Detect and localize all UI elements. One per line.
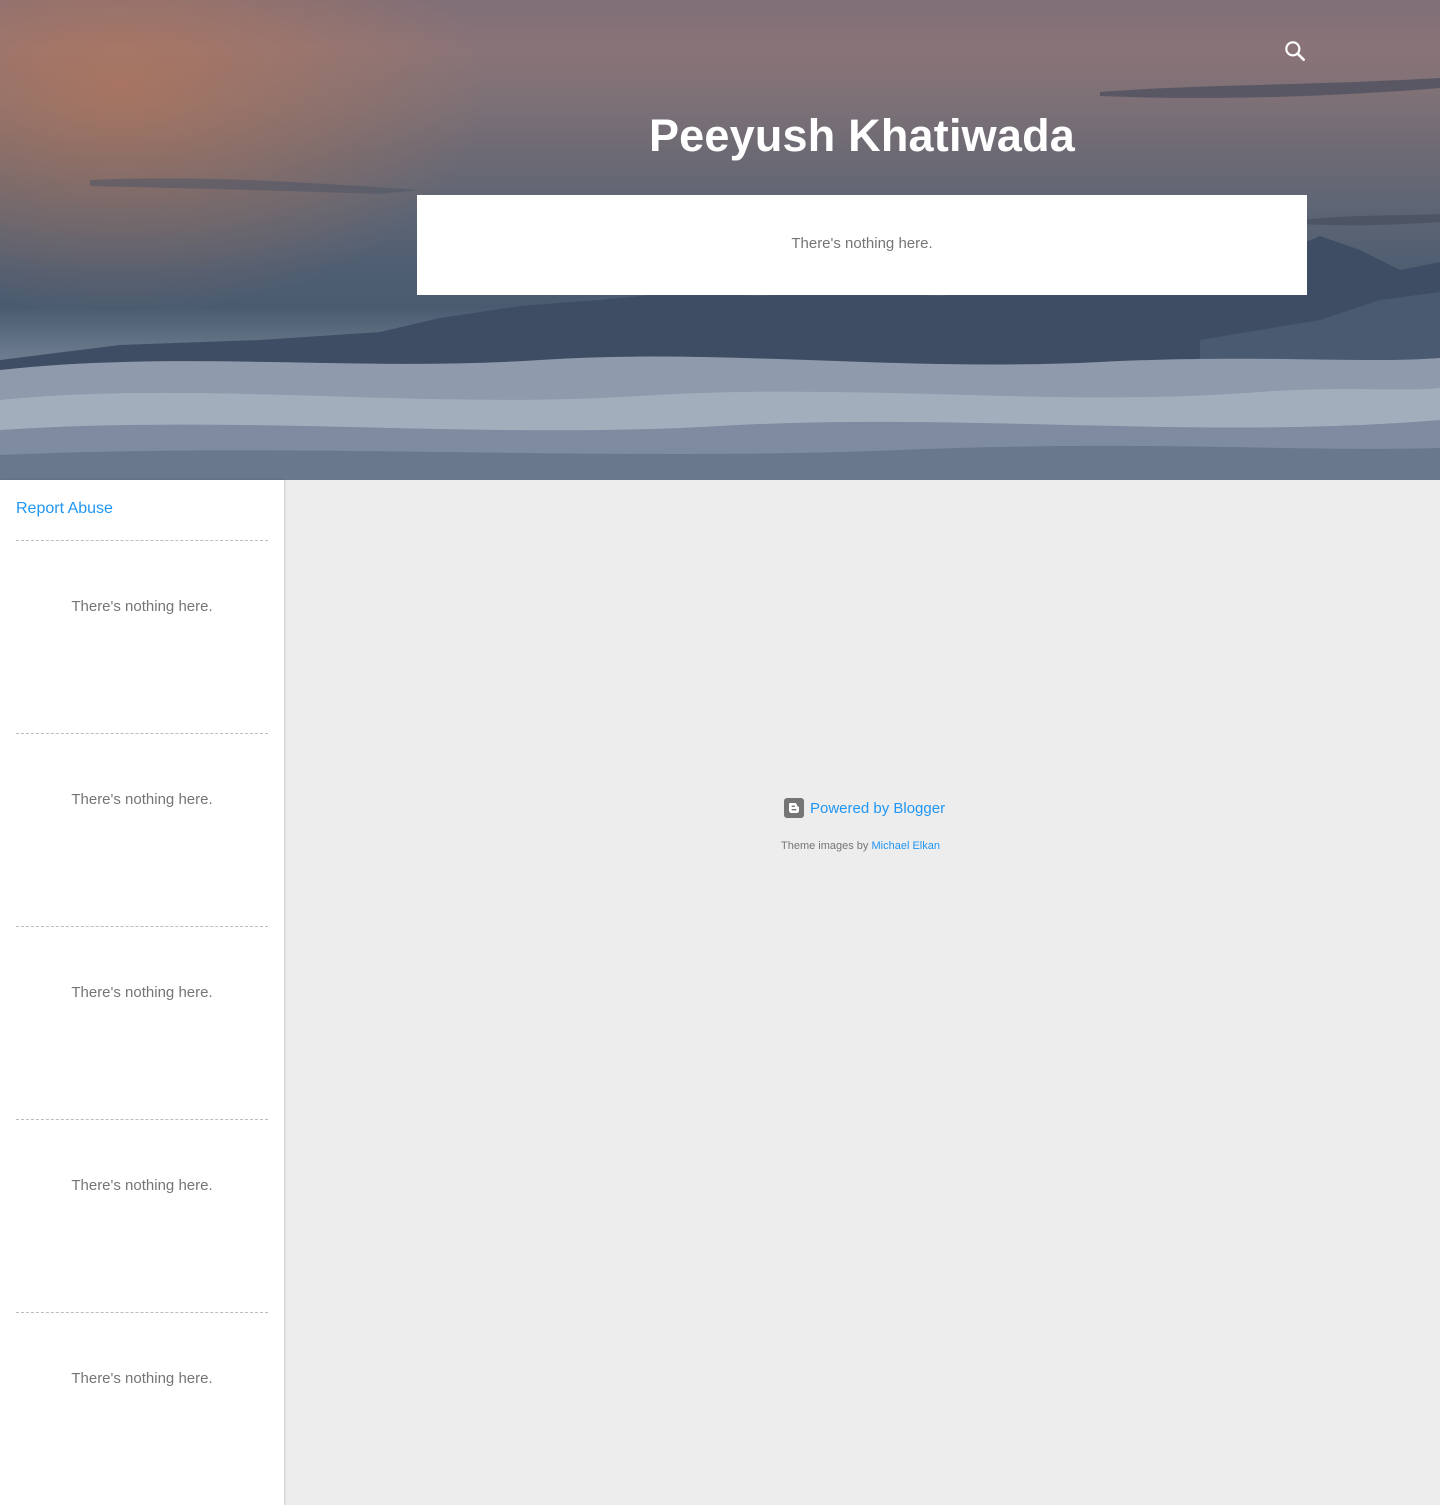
sidebar-divider xyxy=(16,926,268,927)
sidebar-widget-message: There's nothing here. xyxy=(71,1370,213,1387)
theme-credit: Theme images by Michael Elkan xyxy=(781,840,940,852)
blog-title[interactable]: Peeyush Khatiwada xyxy=(417,106,1307,166)
main-posts-card: There's nothing here. xyxy=(417,195,1307,295)
theme-credit-prefix: Theme images by xyxy=(781,840,869,852)
theme-author-link[interactable]: Michael Elkan xyxy=(872,840,940,852)
report-abuse-link[interactable]: Report Abuse xyxy=(16,500,113,518)
sidebar-widget-message: There's nothing here. xyxy=(71,598,213,615)
sidebar-divider xyxy=(16,1119,268,1120)
search-icon[interactable] xyxy=(1282,38,1308,64)
sidebar-divider xyxy=(16,733,268,734)
sidebar-widget-message: There's nothing here. xyxy=(71,984,213,1001)
empty-message: There's nothing here. xyxy=(791,235,933,252)
sidebar-divider xyxy=(16,540,268,541)
blogger-icon xyxy=(784,798,804,818)
powered-by-blogger-link[interactable]: Powered by Blogger xyxy=(784,797,945,819)
sidebar: Report Abuse There's nothing here. There… xyxy=(0,480,284,1505)
sidebar-widget-message: There's nothing here. xyxy=(71,791,213,808)
sidebar-divider xyxy=(16,1312,268,1313)
powered-by-text: Powered by Blogger xyxy=(810,799,946,817)
sidebar-widget-message: There's nothing here. xyxy=(71,1177,213,1194)
